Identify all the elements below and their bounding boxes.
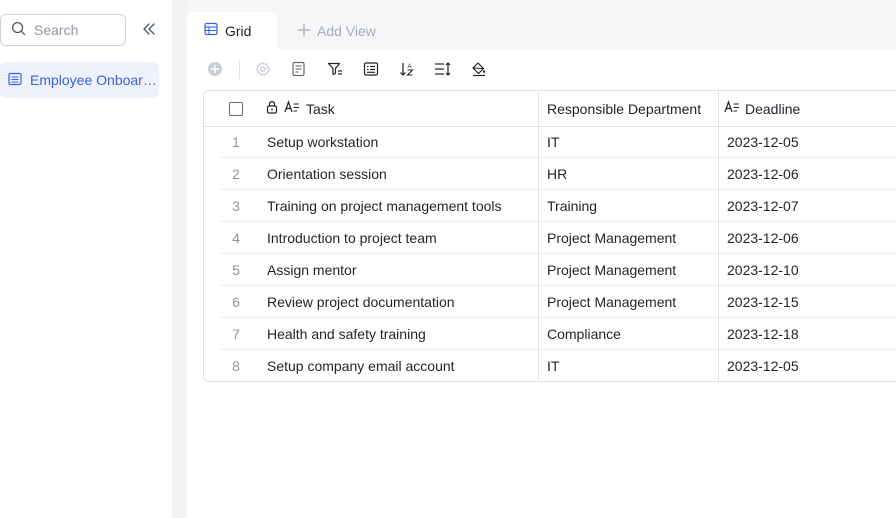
sort-icon: A [399,61,415,80]
department-cell[interactable]: Project Management [547,254,676,286]
grid-icon [204,22,218,39]
add-view-button[interactable]: Add View [297,20,376,42]
deadline-cell[interactable]: 2023-12-15 [727,286,799,318]
row-number: 7 [232,326,240,342]
settings-button[interactable] [252,59,274,81]
field-icon [291,61,307,80]
task-cell[interactable]: Assign mentor [267,254,356,286]
tab-grid[interactable]: Grid [187,12,277,49]
column-header-task[interactable]: Task [266,91,536,126]
row-number: 2 [232,166,240,182]
table-row[interactable]: 7 Health and safety training Compliance … [221,318,896,350]
text-field-icon [284,100,300,117]
row-height-button[interactable] [432,59,454,81]
task-cell[interactable]: Health and safety training [267,318,426,350]
add-record-button[interactable] [204,59,226,81]
table-icon [8,72,22,89]
task-cell[interactable]: Setup company email account [267,350,455,381]
paint-icon [471,61,487,80]
department-cell[interactable]: HR [547,158,567,190]
column-label: Task [306,100,335,117]
add-view-label: Add View [317,23,376,39]
department-cell[interactable]: IT [547,126,559,158]
row-number: 5 [232,262,240,278]
table-row[interactable]: 5 Assign mentor Project Management 2023-… [221,254,896,286]
deadline-cell[interactable]: 2023-12-05 [727,126,799,158]
filter-icon [327,61,343,80]
sidebar-item-employee-onboarding[interactable]: Employee Onboarding [0,62,159,98]
toolbar: A [187,56,896,84]
department-cell[interactable]: Project Management [547,222,676,254]
row-number: 8 [232,358,240,374]
department-cell[interactable]: Training [547,190,597,222]
department-cell[interactable]: Project Management [547,286,676,318]
table-row[interactable]: 2 Orientation session HR 2023-12-06 [221,158,896,190]
column-label: Responsible Department [547,100,702,117]
text-field-icon [724,100,740,117]
tab-label: Grid [225,22,252,39]
settings-icon [255,61,271,80]
column-header-deadline[interactable]: Deadline [724,91,896,126]
table-row[interactable]: 8 Setup company email account IT 2023-12… [221,350,896,381]
deadline-cell[interactable]: 2023-12-07 [727,190,799,222]
card-icon [363,61,379,80]
department-cell[interactable]: Compliance [547,318,621,350]
column-header-department[interactable]: Responsible Department [547,91,722,126]
fields-button[interactable] [288,59,310,81]
column-label: Deadline [745,100,801,117]
main-area: Grid Add View A Task Responsible Departm… [187,0,896,518]
deadline-cell[interactable]: 2023-12-05 [727,350,799,381]
deadline-cell[interactable]: 2023-12-10 [727,254,799,286]
add-record-icon [207,61,223,80]
search-icon [11,21,26,39]
row-number: 3 [232,198,240,214]
task-cell[interactable]: Training on project management tools [267,190,502,222]
row-height-icon [434,61,452,80]
table-row[interactable]: 4 Introduction to project team Project M… [221,222,896,254]
deadline-cell[interactable]: 2023-12-06 [727,158,799,190]
filter-button[interactable] [324,59,346,81]
task-cell[interactable]: Orientation session [267,158,387,190]
lock-icon [266,100,278,117]
card-view-button[interactable] [360,59,382,81]
view-tabs-bar: Grid Add View [187,0,896,49]
task-cell[interactable]: Introduction to project team [267,222,437,254]
deadline-cell[interactable]: 2023-12-06 [727,222,799,254]
deadline-cell[interactable]: 2023-12-18 [727,318,799,350]
sort-button[interactable]: A [396,59,418,81]
sidebar-divider [172,0,187,518]
table-row[interactable]: 3 Training on project management tools T… [221,190,896,222]
search-input[interactable] [34,22,114,38]
search-box[interactable] [0,14,126,46]
table-row[interactable]: 6 Review project documentation Project M… [221,286,896,318]
svg-text:A: A [408,64,412,70]
collapse-sidebar-button[interactable] [138,18,160,42]
select-all-checkbox[interactable] [228,91,244,126]
checkbox[interactable] [229,101,243,116]
sidebar: Employee Onboarding [0,0,172,518]
paint-button[interactable] [468,59,490,81]
row-number: 6 [232,294,240,310]
row-number: 1 [232,134,240,150]
data-grid: Task Responsible Department Deadline 1 S… [203,90,896,382]
task-cell[interactable]: Setup workstation [267,126,378,158]
grid-header: Task Responsible Department Deadline [204,91,896,127]
table-row[interactable]: 1 Setup workstation IT 2023-12-05 [221,126,896,158]
double-chevron-left-icon [141,21,157,40]
row-number: 4 [232,230,240,246]
department-cell[interactable]: IT [547,350,559,381]
plus-icon [297,22,311,40]
task-cell[interactable]: Review project documentation [267,286,455,318]
sidebar-item-label: Employee Onboarding [30,72,157,88]
toolbar-separator [239,61,240,79]
